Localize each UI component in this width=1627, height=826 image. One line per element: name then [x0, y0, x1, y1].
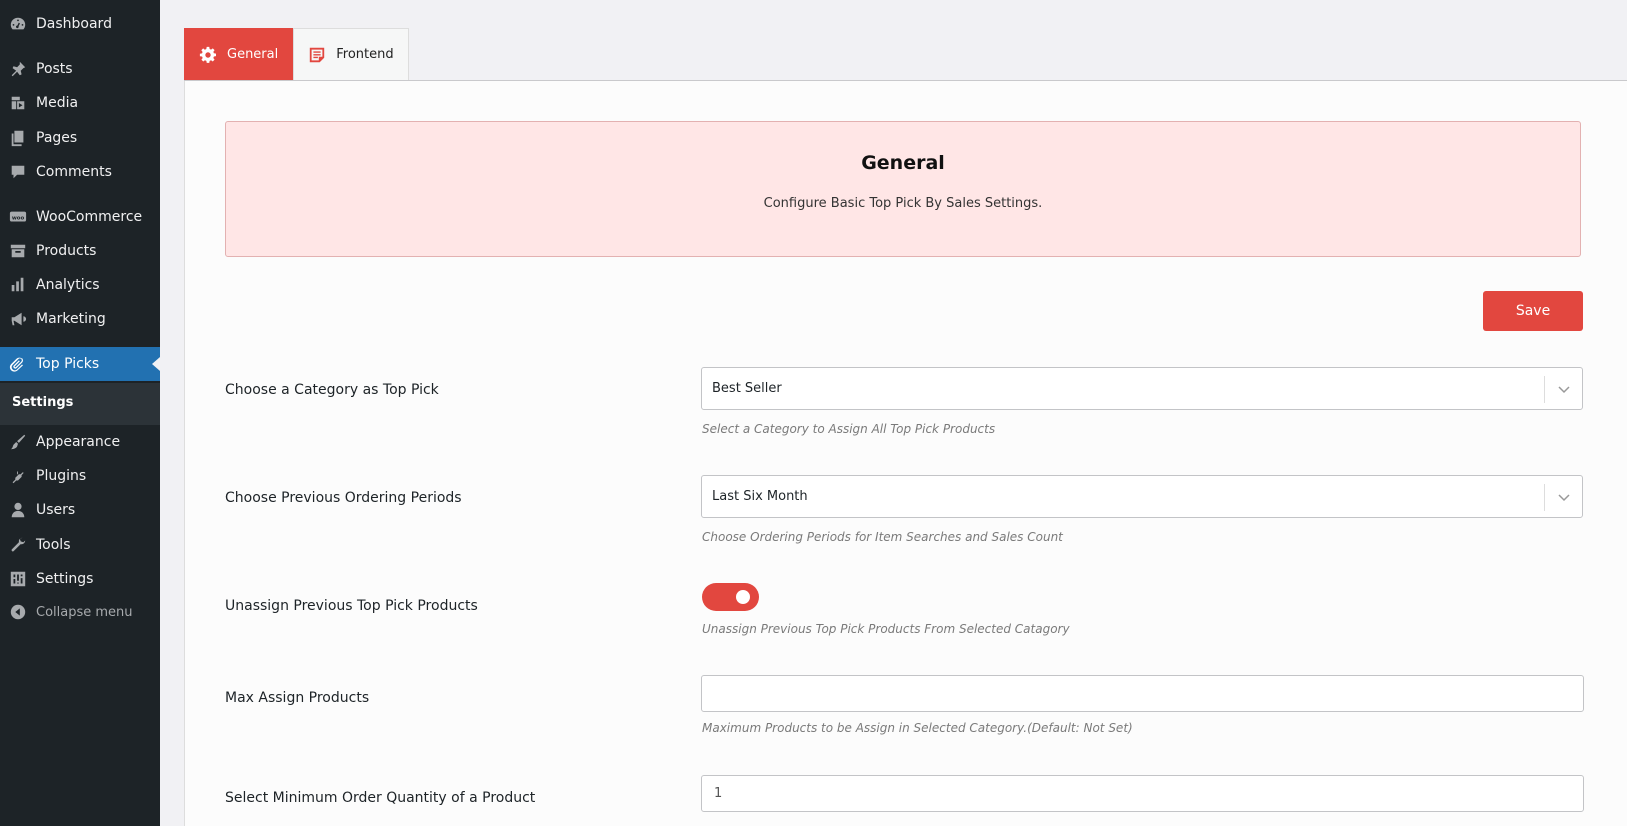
- user-icon: [8, 500, 28, 520]
- brush-icon: [8, 432, 28, 452]
- category-help: Select a Category to Assign All Top Pick…: [702, 422, 996, 436]
- unassign-toggle[interactable]: [702, 583, 759, 611]
- sidebar-item-label: Dashboard: [36, 16, 112, 32]
- sidebar-item-analytics[interactable]: Analytics: [0, 268, 160, 302]
- periods-select-value: Last Six Month: [712, 489, 808, 504]
- save-button[interactable]: Save: [1483, 291, 1583, 331]
- sidebar-item-label: Products: [36, 243, 97, 259]
- admin-sidebar: Dashboard Posts Media Pages Comments woo…: [0, 0, 160, 826]
- section-description: Configure Basic Top Pick By Sales Settin…: [763, 196, 1043, 211]
- sidebar-item-marketing[interactable]: Marketing: [0, 302, 160, 336]
- toggle-knob: [736, 590, 750, 604]
- sidebar-item-media[interactable]: Media: [0, 86, 160, 120]
- min-qty-input[interactable]: 1: [701, 775, 1584, 812]
- sidebar-item-label: WooCommerce: [36, 209, 143, 225]
- max-assign-input[interactable]: [701, 675, 1584, 712]
- woo-icon: woo: [8, 207, 28, 227]
- gear-icon: [199, 46, 217, 63]
- sidebar-item-tools[interactable]: Tools: [0, 528, 160, 562]
- top-picks-submenu: Settings: [0, 383, 160, 425]
- category-select[interactable]: Best Seller: [701, 367, 1583, 410]
- tab-label: Frontend: [336, 47, 394, 62]
- sidebar-item-pages[interactable]: Pages: [0, 121, 160, 155]
- sidebar-item-label: Marketing: [36, 311, 106, 327]
- sidebar-item-appearance[interactable]: Appearance: [0, 425, 160, 459]
- category-label: Choose a Category as Top Pick: [225, 382, 439, 398]
- sidebar-item-label: Appearance: [36, 434, 121, 450]
- sidebar-item-woocommerce[interactable]: woo WooCommerce: [0, 200, 160, 234]
- max-assign-help: Maximum Products to be Assign in Selecte…: [702, 721, 1133, 735]
- sidebar-item-label: Plugins: [36, 468, 87, 484]
- settings-tabs: General Frontend: [184, 28, 409, 81]
- select-separator: [1544, 376, 1545, 403]
- bar-chart-icon: [8, 275, 28, 295]
- unassign-label: Unassign Previous Top Pick Products: [225, 598, 478, 614]
- collapse-arrow-icon: [8, 602, 28, 622]
- sidebar-item-settings[interactable]: Settings: [0, 562, 160, 596]
- periods-label: Choose Previous Ordering Periods: [225, 490, 462, 506]
- sidebar-item-label: Comments: [36, 164, 112, 180]
- wrench-icon: [8, 535, 28, 555]
- periods-help: Choose Ordering Periods for Item Searche…: [702, 530, 1063, 544]
- megaphone-icon: [8, 309, 28, 329]
- sidebar-item-plugins[interactable]: Plugins: [0, 459, 160, 493]
- plug-icon: [8, 466, 28, 486]
- pages-icon: [8, 128, 28, 148]
- settings-panel: General Configure Basic Top Pick By Sale…: [184, 81, 1627, 826]
- media-icon: [8, 93, 28, 113]
- chevron-down-icon: [1558, 386, 1570, 394]
- collapse-menu-button[interactable]: Collapse menu: [0, 595, 160, 629]
- archive-icon: [8, 241, 28, 261]
- collapse-menu-label: Collapse menu: [36, 604, 133, 620]
- periods-select[interactable]: Last Six Month: [701, 475, 1583, 518]
- sidebar-item-label: Analytics: [36, 277, 100, 293]
- unassign-help: Unassign Previous Top Pick Products From…: [702, 622, 1070, 636]
- select-separator: [1544, 484, 1545, 511]
- section-banner: General Configure Basic Top Pick By Sale…: [225, 121, 1581, 257]
- document-icon: [310, 47, 325, 62]
- sidebar-item-label: Top Picks: [36, 356, 100, 372]
- pin-icon: [8, 59, 28, 79]
- max-assign-label: Max Assign Products: [225, 690, 370, 706]
- category-select-value: Best Seller: [712, 381, 782, 396]
- sidebar-item-users[interactable]: Users: [0, 493, 160, 527]
- sidebar-item-label: Pages: [36, 130, 78, 146]
- sidebar-item-dashboard[interactable]: Dashboard: [0, 7, 160, 41]
- tab-label: General: [227, 47, 279, 62]
- tab-general[interactable]: General: [184, 28, 294, 80]
- submenu-item-settings[interactable]: Settings: [12, 395, 73, 410]
- paperclip-icon: [8, 354, 28, 374]
- svg-text:woo: woo: [12, 215, 25, 221]
- sliders-icon: [8, 569, 28, 589]
- sidebar-item-comments[interactable]: Comments: [0, 155, 160, 189]
- dashboard-icon: [8, 14, 28, 34]
- sidebar-item-posts[interactable]: Posts: [0, 52, 160, 86]
- min-qty-label: Select Minimum Order Quantity of a Produ…: [225, 790, 536, 806]
- tab-frontend[interactable]: Frontend: [293, 28, 409, 80]
- sidebar-item-label: Media: [36, 95, 79, 111]
- section-title: General: [861, 152, 945, 174]
- sidebar-item-products[interactable]: Products: [0, 234, 160, 268]
- comment-icon: [8, 162, 28, 182]
- chevron-down-icon: [1558, 494, 1570, 502]
- sidebar-item-label: Tools: [36, 537, 71, 553]
- sidebar-item-label: Posts: [36, 61, 73, 77]
- sidebar-item-label: Users: [36, 502, 76, 518]
- sidebar-item-top-picks[interactable]: Top Picks: [0, 347, 160, 381]
- sidebar-item-label: Settings: [36, 571, 94, 587]
